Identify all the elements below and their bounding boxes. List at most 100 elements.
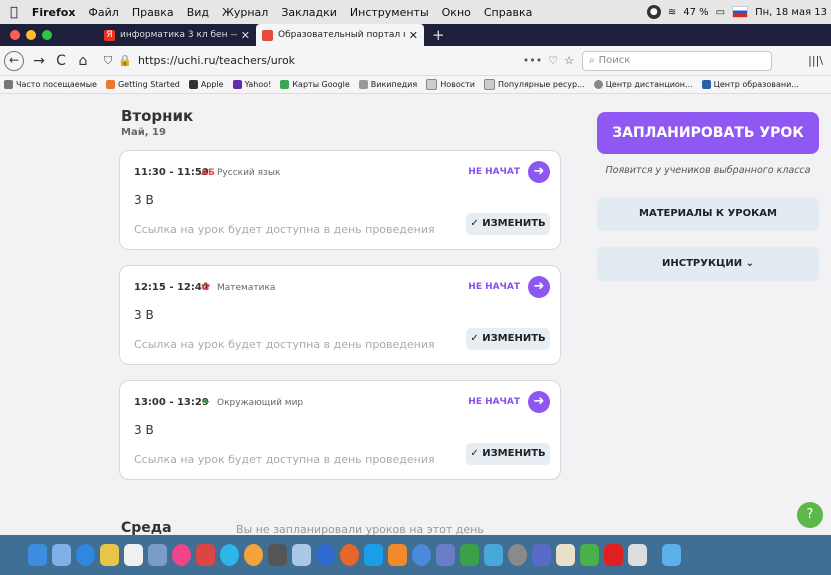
reload-button[interactable]: C: [50, 53, 72, 69]
back-button[interactable]: ←: [4, 50, 24, 71]
facetime-icon[interactable]: [580, 544, 599, 566]
instructions-button[interactable]: ИНСТРУКЦИИ ⌄: [597, 247, 819, 281]
menu-bookmarks[interactable]: Закладки: [281, 6, 337, 19]
bookmark-item[interactable]: Википедия: [358, 80, 417, 89]
lock-icon[interactable]: 🔒: [118, 54, 132, 67]
firefox-icon[interactable]: [340, 544, 359, 566]
search-input[interactable]: ⌕ Поиск: [582, 50, 772, 71]
close-tab-icon[interactable]: ✕: [241, 29, 250, 42]
firefox-icon: [105, 80, 115, 89]
app-icon[interactable]: [556, 544, 575, 566]
photos-icon[interactable]: [244, 544, 263, 566]
app-icon[interactable]: [628, 544, 647, 566]
calendar-icon[interactable]: [124, 544, 143, 566]
url-text[interactable]: https://uchi.ru/teachers/urok: [138, 54, 295, 67]
battery-icon[interactable]: ▭: [716, 7, 725, 18]
imovie-icon[interactable]: [292, 544, 311, 566]
lesson-status[interactable]: НЕ НАЧАТ: [468, 167, 520, 177]
shield-icon[interactable]: ⛉: [104, 54, 112, 68]
apple-icon[interactable]: : [10, 5, 18, 20]
music-icon[interactable]: [172, 544, 191, 566]
arrow-right-icon[interactable]: ➜: [528, 161, 550, 183]
menu-help[interactable]: Справка: [484, 6, 532, 19]
edit-button[interactable]: ✓ ИЗМЕНИТЬ: [466, 213, 550, 235]
menu-window[interactable]: Окно: [442, 6, 471, 19]
bookmark-item[interactable]: Центр дистанцион...: [593, 80, 693, 89]
bookmark-item[interactable]: Новости: [426, 79, 475, 90]
app-icon[interactable]: [268, 544, 287, 566]
extension-icon[interactable]: ●: [646, 5, 661, 19]
new-tab-button[interactable]: +: [432, 26, 445, 44]
menu-file[interactable]: Файл: [88, 6, 118, 19]
arrow-right-icon[interactable]: ➜: [528, 391, 550, 413]
bookmark-item[interactable]: Getting Started: [105, 80, 180, 89]
menu-firefox[interactable]: Firefox: [32, 6, 76, 19]
close-window-icon[interactable]: [10, 30, 20, 40]
lesson-card: 13:00 - 13:29 ❧ Окружающий мир НЕ НАЧАТ …: [119, 380, 561, 480]
bookmark-item[interactable]: Популярные ресур...: [483, 79, 585, 90]
url-bar[interactable]: ⛉ 🔒 https://uchi.ru/teachers/urok ••• ♡ …: [104, 50, 574, 72]
lesson-subject: Математика: [217, 283, 276, 293]
help-button[interactable]: ?: [797, 502, 823, 528]
app-icon[interactable]: [460, 544, 479, 566]
app-store-icon[interactable]: [412, 544, 431, 566]
menu-history[interactable]: Журнал: [222, 6, 268, 19]
app-icon[interactable]: [532, 544, 551, 566]
folder-icon: [483, 79, 495, 90]
menu-view[interactable]: Вид: [187, 6, 209, 19]
lesson-status[interactable]: НЕ НАЧАТ: [468, 397, 520, 407]
bookmark-star-icon[interactable]: ☆: [564, 54, 574, 67]
notes-icon[interactable]: [100, 544, 119, 566]
app-icon[interactable]: [436, 544, 455, 566]
lesson-time: 12:15 - 12:44: [134, 282, 209, 293]
vlc-icon[interactable]: [388, 544, 407, 566]
lesson-card: 12:15 - 12:44 ✿ Математика НЕ НАЧАТ ➜ 3 …: [119, 265, 561, 365]
edit-button[interactable]: ✓ ИЗМЕНИТЬ: [466, 443, 550, 465]
bookmark-item[interactable]: Yahoo!: [232, 80, 271, 89]
lesson-note: Ссылка на урок будет доступна в день про…: [134, 223, 435, 236]
edit-button[interactable]: ✓ ИЗМЕНИТЬ: [466, 328, 550, 350]
tab-yandex[interactable]: Я информатика 3 кл бен — Янде ✕: [98, 24, 256, 46]
bookmark-item[interactable]: Часто посещаемые: [4, 80, 97, 89]
plan-hint: Появится у учеников выбранного класса: [605, 165, 811, 176]
google-maps-icon: [280, 80, 290, 89]
wifi-icon[interactable]: ≋: [668, 7, 676, 18]
more-actions-button[interactable]: •••: [523, 54, 542, 67]
pocket-icon[interactable]: ♡: [548, 54, 558, 67]
battery-status[interactable]: 47 %: [683, 7, 708, 18]
safari-icon[interactable]: [76, 544, 95, 566]
keyboard-layout-flag-icon[interactable]: [732, 6, 749, 18]
plan-lesson-button[interactable]: ЗАПЛАНИРОВАТЬ УРОК: [597, 112, 819, 154]
day-date: Май, 19: [121, 127, 166, 138]
downloads-folder-icon[interactable]: [662, 544, 681, 566]
quicktime-icon[interactable]: [316, 544, 335, 566]
menu-edit[interactable]: Правка: [132, 6, 174, 19]
lesson-status[interactable]: НЕ НАЧАТ: [468, 282, 520, 292]
finder-icon[interactable]: [28, 544, 47, 566]
materials-button[interactable]: МАТЕРИАЛЫ К УРОКАМ: [597, 197, 819, 231]
minimize-window-icon[interactable]: [26, 30, 36, 40]
tab-title: информатика 3 кл бен — Янде: [120, 30, 237, 40]
tab-uchi[interactable]: Образовательный портал на ✕: [256, 24, 424, 46]
macos-menubar:  Firefox Файл Правка Вид Журнал Закладк…: [0, 0, 831, 24]
zoom-window-icon[interactable]: [42, 30, 52, 40]
close-tab-icon[interactable]: ✕: [409, 29, 418, 42]
bookmark-item[interactable]: Карты Google: [280, 80, 350, 89]
preview-icon[interactable]: [148, 544, 167, 566]
skype-icon[interactable]: [364, 544, 383, 566]
opera-icon[interactable]: [604, 544, 623, 566]
menu-tools[interactable]: Инструменты: [350, 6, 429, 19]
app-icon[interactable]: [484, 544, 503, 566]
bookmark-item[interactable]: Apple: [188, 80, 224, 89]
home-button[interactable]: ⌂: [72, 53, 94, 69]
photo-booth-icon[interactable]: [196, 544, 215, 566]
system-preferences-icon[interactable]: [508, 544, 527, 566]
library-icon[interactable]: |||\: [808, 54, 823, 67]
lesson-note: Ссылка на урок будет доступна в день про…: [134, 338, 435, 351]
clock[interactable]: Пн, 18 мая 13: [755, 7, 827, 18]
forward-button[interactable]: →: [28, 53, 50, 69]
launchpad-icon[interactable]: [52, 544, 71, 566]
chrome-icon[interactable]: [220, 544, 239, 566]
arrow-right-icon[interactable]: ➜: [528, 276, 550, 298]
bookmark-item[interactable]: Центр образовани...: [701, 80, 799, 89]
